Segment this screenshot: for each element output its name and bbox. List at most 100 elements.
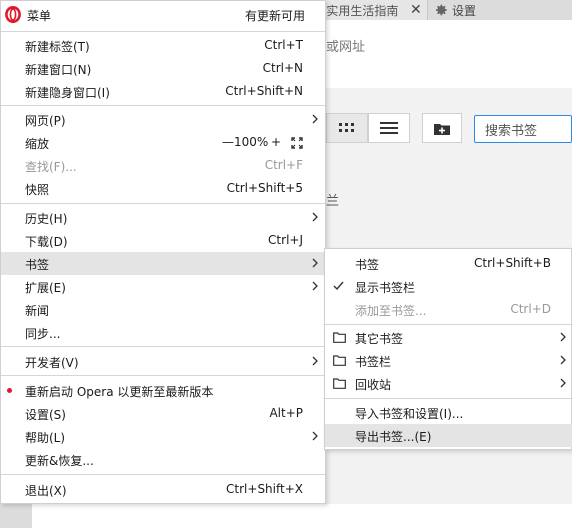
bookmark-search-input[interactable]: 搜索书签	[474, 115, 572, 143]
submenu-item-other-bookmarks[interactable]: 其它书签	[325, 326, 572, 349]
menu-item-label: 新闻	[25, 304, 50, 318]
menu-item-shortcut: Alt+P	[269, 406, 303, 420]
submenu-item-trash[interactable]: 回收站	[325, 372, 572, 395]
menu-item-update-recovery[interactable]: 更新&恢复...	[1, 448, 325, 471]
submenu-item-label: 导入书签和设置(I)...	[355, 407, 464, 421]
submenu-item-label: 添加至书签...	[355, 304, 427, 318]
menu-item-label: 查找(F)...	[25, 160, 77, 174]
menu-item-zoom: 缩放 — 100% +	[1, 131, 325, 154]
menu-item-shortcut: Ctrl+T	[264, 38, 303, 52]
menu-item-label: 新建隐身窗口(I)	[25, 86, 110, 100]
folder-icon	[333, 332, 346, 343]
submenu-item-add-bookmark[interactable]: 添加至书签... Ctrl+D	[325, 298, 572, 321]
settings-tab-label: 设置	[452, 3, 477, 18]
menu-item-label: 同步...	[25, 327, 61, 341]
opera-logo-icon	[5, 6, 21, 23]
menu-item-history[interactable]: 历史(H)	[1, 206, 325, 229]
menu-item-label: 开发者(V)	[25, 356, 79, 370]
submenu-item-label: 显示书签栏	[355, 281, 416, 295]
folder-icon	[333, 378, 346, 389]
submenu-separator	[325, 398, 571, 399]
fullscreen-icon[interactable]	[291, 137, 303, 149]
menu-item-label: 网页(P)	[25, 114, 66, 128]
browser-tab[interactable]: -实用生活指南 ✕	[316, 0, 428, 20]
bookmark-search-placeholder: 搜索书签	[485, 123, 538, 139]
menu-item-new-tab[interactable]: 新建标签(T) Ctrl+T	[1, 34, 325, 57]
zoom-out-button[interactable]: —	[222, 135, 234, 149]
menu-item-restart-update[interactable]: 重新启动 Opera 以更新至最新版本	[1, 379, 325, 402]
submenu-item-import[interactable]: 导入书签和设置(I)...	[325, 401, 572, 424]
menu-separator	[1, 346, 325, 347]
menu-item-help[interactable]: 帮助(L)	[1, 425, 325, 448]
menu-item-label: 重新启动 Opera 以更新至最新版本	[25, 385, 214, 399]
grid-view-button[interactable]	[326, 113, 368, 143]
submenu-item-shortcut: Ctrl+D	[510, 302, 551, 316]
menu-item-developer[interactable]: 开发者(V)	[1, 350, 325, 373]
address-placeholder[interactable]: 或网址	[326, 36, 365, 55]
menu-item-shortcut: Ctrl+J	[268, 233, 303, 247]
add-folder-icon	[434, 123, 450, 135]
submenu-separator	[325, 324, 571, 325]
menu-separator	[1, 474, 325, 475]
menu-item-downloads[interactable]: 下载(D) Ctrl+J	[1, 229, 325, 252]
menu-item-shortcut: Ctrl+F	[264, 158, 303, 172]
menu-item-label: 更新&恢复...	[25, 454, 94, 468]
menu-item-new-private-window[interactable]: 新建隐身窗口(I) Ctrl+Shift+N	[1, 80, 325, 103]
chevron-right-icon	[560, 378, 566, 388]
menu-item-page[interactable]: 网页(P)	[1, 108, 325, 131]
menu-header: 菜单 有更新可用	[1, 1, 325, 29]
submenu-item-bookmarks[interactable]: 书签 Ctrl+Shift+B	[325, 252, 572, 275]
update-indicator-dot	[7, 388, 12, 393]
submenu-item-show-bookmarks-bar[interactable]: 显示书签栏	[325, 275, 572, 298]
page-text-fragment: 兰	[326, 194, 340, 209]
submenu-item-shortcut: Ctrl+Shift+B	[474, 256, 551, 270]
update-available-link[interactable]: 有更新可用	[245, 7, 305, 24]
menu-separator	[1, 375, 325, 376]
menu-item-new-window[interactable]: 新建窗口(N) Ctrl+N	[1, 57, 325, 80]
zoom-level: 100%	[234, 135, 269, 149]
menu-item-shortcut: Ctrl+Shift+N	[225, 84, 303, 98]
menu-item-settings[interactable]: 设置(S) Alt+P	[1, 402, 325, 425]
menu-item-exit[interactable]: 退出(X) Ctrl+Shift+X	[1, 478, 325, 501]
menu-item-label: 扩展(E)	[25, 281, 66, 295]
menu-item-shortcut: Ctrl+Shift+5	[226, 181, 303, 195]
menu-item-snapshot[interactable]: 快照 Ctrl+Shift+5	[1, 177, 325, 200]
menu-item-label: 设置(S)	[25, 408, 66, 422]
add-folder-button[interactable]	[422, 113, 462, 143]
menu-item-label: 书签	[25, 258, 50, 272]
opera-main-menu: 菜单 有更新可用 新建标签(T) Ctrl+T 新建窗口(N) Ctrl+N 新…	[0, 0, 326, 504]
list-view-icon	[380, 122, 398, 134]
submenu-item-label: 其它书签	[355, 332, 404, 346]
submenu-item-label: 回收站	[355, 378, 392, 392]
menu-item-bookmarks[interactable]: 书签	[1, 252, 325, 275]
chevron-right-icon	[560, 355, 566, 365]
chevron-right-icon	[312, 281, 318, 291]
list-view-button[interactable]	[368, 113, 410, 143]
settings-tab[interactable]: 设置	[434, 0, 476, 20]
close-icon[interactable]: ✕	[410, 2, 422, 18]
submenu-item-label: 导出书签...(E)	[355, 430, 432, 444]
menu-separator	[1, 203, 325, 204]
menu-item-label: 新建窗口(N)	[25, 63, 92, 77]
menu-item-shortcut: Ctrl+N	[262, 61, 303, 75]
chevron-right-icon	[312, 114, 318, 124]
menu-item-label: 历史(H)	[25, 212, 68, 226]
menu-separator	[1, 105, 325, 106]
bookmarks-submenu: 书签 Ctrl+Shift+B 显示书签栏 添加至书签... Ctrl+D 其它…	[324, 248, 572, 450]
grid-view-icon	[339, 123, 354, 132]
menu-item-find[interactable]: 查找(F)... Ctrl+F	[1, 154, 325, 177]
submenu-item-export[interactable]: 导出书签...(E)	[325, 424, 572, 447]
menu-item-label: 帮助(L)	[25, 431, 66, 445]
chevron-right-icon	[312, 431, 318, 441]
folder-icon	[333, 355, 346, 366]
menu-item-sync[interactable]: 同步...	[1, 321, 325, 344]
tab-title: -实用生活指南	[322, 3, 399, 18]
submenu-item-bookmarks-bar[interactable]: 书签栏	[325, 349, 572, 372]
menu-title: 菜单	[27, 9, 52, 23]
zoom-in-button[interactable]: +	[271, 135, 281, 149]
menu-item-shortcut: Ctrl+Shift+X	[226, 482, 303, 496]
menu-item-news[interactable]: 新闻	[1, 298, 325, 321]
menu-item-label: 缩放	[25, 137, 50, 151]
menu-item-extensions[interactable]: 扩展(E)	[1, 275, 325, 298]
submenu-item-label: 书签	[355, 258, 380, 272]
